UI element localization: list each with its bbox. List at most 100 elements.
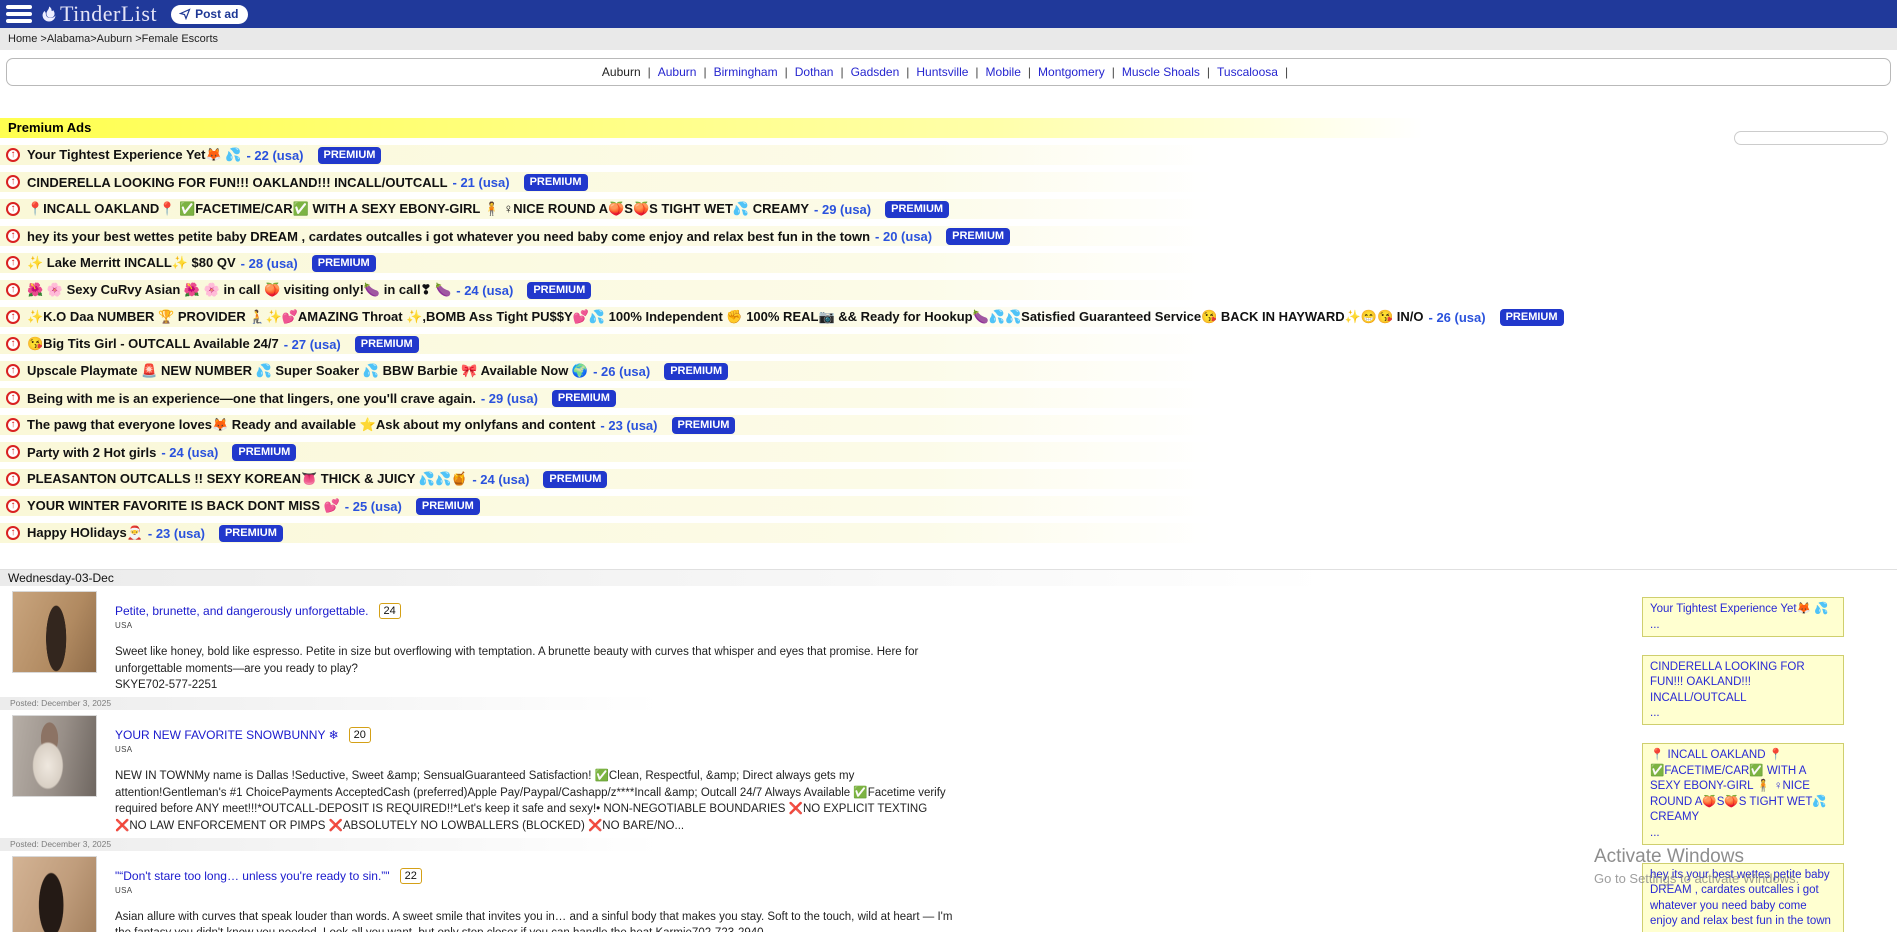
- listing-thumbnail[interactable]: [12, 715, 97, 797]
- premium-badge: PREMIUM: [232, 444, 296, 461]
- premium-ads-list: ↑ Your Tightest Experience Yet🦊 💦 - 22 (…: [0, 145, 1897, 543]
- bump-arrow-icon: ↑: [6, 337, 20, 351]
- bump-arrow-icon: ↑: [6, 445, 20, 459]
- post-ad-label: Post ad: [195, 7, 238, 21]
- bump-arrow-icon: ↑: [6, 148, 20, 162]
- premium-ad-title[interactable]: Happy HOlidays🎅: [27, 525, 143, 541]
- listing-title-link[interactable]: Petite, brunette, and dangerously unforg…: [115, 604, 369, 618]
- post-ad-button[interactable]: Post ad: [171, 5, 248, 24]
- city-nav-link[interactable]: Dothan: [795, 65, 834, 79]
- premium-ad-age: - 24 (usa): [456, 283, 513, 298]
- listing-body: YOUR NEW FAVORITE SNOWBUNNY ❄ 20 USA NEW…: [0, 710, 1100, 835]
- sidebar-ad-title[interactable]: CINDERELLA LOOKING FOR FUN!!! OAKLAND!!!…: [1650, 660, 1836, 707]
- listing-title-link[interactable]: "“Don't stare too long… unless you're re…: [115, 869, 390, 883]
- premium-ad-age: - 29 (usa): [814, 202, 871, 217]
- city-nav-link[interactable]: Muscle Shoals: [1122, 65, 1200, 79]
- city-separator: |: [1112, 65, 1115, 79]
- premium-badge: PREMIUM: [524, 174, 588, 191]
- premium-ad-row[interactable]: ↑ Party with 2 Hot girls - 24 (usa) PREM…: [0, 442, 1897, 462]
- sidebar-ad-title[interactable]: Your Tightest Experience Yet🦊 💦: [1650, 602, 1836, 618]
- premium-ad-title[interactable]: ✨ Lake Merritt INCALL✨ $80 QV: [27, 255, 236, 271]
- listing-title-row: Petite, brunette, and dangerously unforg…: [115, 603, 960, 619]
- date-header: Wednesday-03-Dec: [0, 569, 1897, 586]
- city-nav-box: Auburn | Auburn | Birmingham | Dothan | …: [6, 58, 1891, 86]
- bump-arrow-icon: ↑: [6, 175, 20, 189]
- city-current: Auburn: [602, 65, 641, 79]
- hamburger-menu-icon[interactable]: [6, 5, 32, 23]
- premium-ad-row[interactable]: ↑ CINDERELLA LOOKING FOR FUN!!! OAKLAND!…: [0, 172, 1897, 192]
- listing-content: "“Don't stare too long… unless you're re…: [115, 856, 960, 932]
- premium-ad-age: - 29 (usa): [481, 391, 538, 406]
- premium-ad-row[interactable]: ↑ 📍INCALL OAKLAND📍 ✅FACETIME/CAR✅ WITH A…: [0, 199, 1897, 219]
- city-nav-link[interactable]: Auburn: [658, 65, 697, 79]
- flame-icon: [40, 4, 58, 24]
- premium-ad-title[interactable]: 🌺 🌸 Sexy CuRvy Asian 🌺 🌸 in call 🍑 visit…: [27, 282, 451, 298]
- sidebar-ad-title[interactable]: hey its your best wettes petite baby DRE…: [1650, 868, 1836, 930]
- city-nav-link[interactable]: Mobile: [986, 65, 1021, 79]
- city-separator: |: [703, 65, 706, 79]
- city-separator: |: [1207, 65, 1210, 79]
- city-nav-link[interactable]: Tuscaloosa: [1217, 65, 1278, 79]
- premium-ad-title[interactable]: Being with me is an experience—one that …: [27, 391, 476, 406]
- breadcrumb[interactable]: Home >Alabama>Auburn >Female Escorts: [0, 28, 1897, 50]
- premium-ad-age: - 22 (usa): [246, 148, 303, 163]
- premium-ad-title[interactable]: The pawg that everyone loves🦊 Ready and …: [27, 417, 595, 433]
- premium-ad-row[interactable]: ↑ The pawg that everyone loves🦊 Ready an…: [0, 415, 1897, 435]
- premium-ad-title[interactable]: Upscale Playmate 🚨 NEW NUMBER 💦 Super So…: [27, 363, 588, 379]
- premium-ad-row[interactable]: ↑ ✨ Lake Merritt INCALL✨ $80 QV - 28 (us…: [0, 253, 1897, 273]
- sidebar-premium-list: Your Tightest Experience Yet🦊 💦 ... CIND…: [1642, 597, 1844, 932]
- city-separator: |: [1028, 65, 1031, 79]
- premium-ad-title[interactable]: YOUR WINTER FAVORITE IS BACK DONT MISS 💕: [27, 498, 340, 514]
- premium-ad-title[interactable]: PLEASANTON OUTCALLS !! SEXY KOREAN👅 THIC…: [27, 471, 467, 487]
- sidebar-ad-box[interactable]: CINDERELLA LOOKING FOR FUN!!! OAKLAND!!!…: [1642, 655, 1844, 726]
- sidebar-ad-box[interactable]: Your Tightest Experience Yet🦊 💦 ...: [1642, 597, 1844, 637]
- sidebar-ad-box[interactable]: 📍 INCALL OAKLAND 📍 ✅FACETIME/CAR✅ WITH A…: [1642, 743, 1844, 845]
- premium-ad-title[interactable]: ✨K.O Daa NUMBER 🏆 PROVIDER 🧎✨💕AMAZING Th…: [27, 309, 1424, 325]
- premium-badge: PREMIUM: [1500, 309, 1564, 326]
- premium-ad-row[interactable]: ↑ YOUR WINTER FAVORITE IS BACK DONT MISS…: [0, 496, 1897, 516]
- listing-title-row: "“Don't stare too long… unless you're re…: [115, 868, 960, 884]
- city-nav-link[interactable]: Huntsville: [916, 65, 968, 79]
- premium-ad-row[interactable]: ↑ Being with me is an experience—one tha…: [0, 388, 1897, 408]
- listing-location: USA: [115, 886, 960, 895]
- listing-title-link[interactable]: YOUR NEW FAVORITE SNOWBUNNY ❄: [115, 728, 339, 742]
- premium-ad-row[interactable]: ↑ Happy HOlidays🎅 - 23 (usa) PREMIUM: [0, 523, 1897, 543]
- breadcrumb-text[interactable]: Home >Alabama>Auburn >Female Escorts: [8, 33, 218, 45]
- premium-ad-row[interactable]: ↑ Upscale Playmate 🚨 NEW NUMBER 💦 Super …: [0, 361, 1897, 381]
- premium-badge: PREMIUM: [318, 147, 382, 164]
- city-nav-link[interactable]: Birmingham: [714, 65, 778, 79]
- sidebar-ad-box[interactable]: hey its your best wettes petite baby DRE…: [1642, 863, 1844, 932]
- sidebar-ad-title[interactable]: 📍 INCALL OAKLAND 📍 ✅FACETIME/CAR✅ WITH A…: [1650, 748, 1836, 826]
- premium-ad-age: - 23 (usa): [148, 526, 205, 541]
- premium-ad-title[interactable]: 😘Big Tits Girl - OUTCALL Available 24/7: [27, 336, 279, 352]
- city-nav-link[interactable]: Montgomery: [1038, 65, 1105, 79]
- age-badge: 20: [349, 727, 371, 743]
- premium-ad-title[interactable]: CINDERELLA LOOKING FOR FUN!!! OAKLAND!!!…: [27, 175, 448, 190]
- premium-badge: PREMIUM: [664, 363, 728, 380]
- premium-ad-row[interactable]: ↑ Your Tightest Experience Yet🦊 💦 - 22 (…: [0, 145, 1897, 165]
- premium-ad-title[interactable]: hey its your best wettes petite baby DRE…: [27, 229, 870, 244]
- sidebar-ad-ellipsis: ...: [1650, 707, 1836, 719]
- listing-thumbnail[interactable]: [12, 591, 97, 673]
- bump-arrow-icon: ↑: [6, 256, 20, 270]
- listing-location: USA: [115, 745, 960, 754]
- listing-thumbnail[interactable]: [12, 856, 97, 932]
- brand-name: TinderList: [60, 2, 157, 26]
- listing-description: Sweet like honey, bold like espresso. Pe…: [115, 644, 960, 677]
- premium-ad-row[interactable]: ↑ 🌺 🌸 Sexy CuRvy Asian 🌺 🌸 in call 🍑 vis…: [0, 280, 1897, 300]
- premium-ad-row[interactable]: ↑ ✨K.O Daa NUMBER 🏆 PROVIDER 🧎✨💕AMAZING …: [0, 307, 1897, 327]
- premium-ad-title[interactable]: Your Tightest Experience Yet🦊 💦: [27, 147, 241, 163]
- premium-ad-row[interactable]: ↑ 😘Big Tits Girl - OUTCALL Available 24/…: [0, 334, 1897, 354]
- top-header: TinderList Post ad: [0, 0, 1897, 28]
- premium-ad-row[interactable]: ↑ PLEASANTON OUTCALLS !! SEXY KOREAN👅 TH…: [0, 469, 1897, 489]
- premium-ad-age: - 26 (usa): [593, 364, 650, 379]
- premium-ad-title[interactable]: Party with 2 Hot girls: [27, 445, 156, 460]
- listing-item: Petite, brunette, and dangerously unforg…: [0, 586, 1100, 710]
- premium-badge: PREMIUM: [219, 525, 283, 542]
- premium-ad-age: - 20 (usa): [875, 229, 932, 244]
- premium-ad-row[interactable]: ↑ hey its your best wettes petite baby D…: [0, 226, 1897, 246]
- site-logo[interactable]: TinderList: [40, 2, 157, 26]
- city-nav-link[interactable]: Gadsden: [851, 65, 900, 79]
- premium-ad-title[interactable]: 📍INCALL OAKLAND📍 ✅FACETIME/CAR✅ WITH A S…: [27, 201, 809, 217]
- bump-arrow-icon: ↑: [6, 310, 20, 324]
